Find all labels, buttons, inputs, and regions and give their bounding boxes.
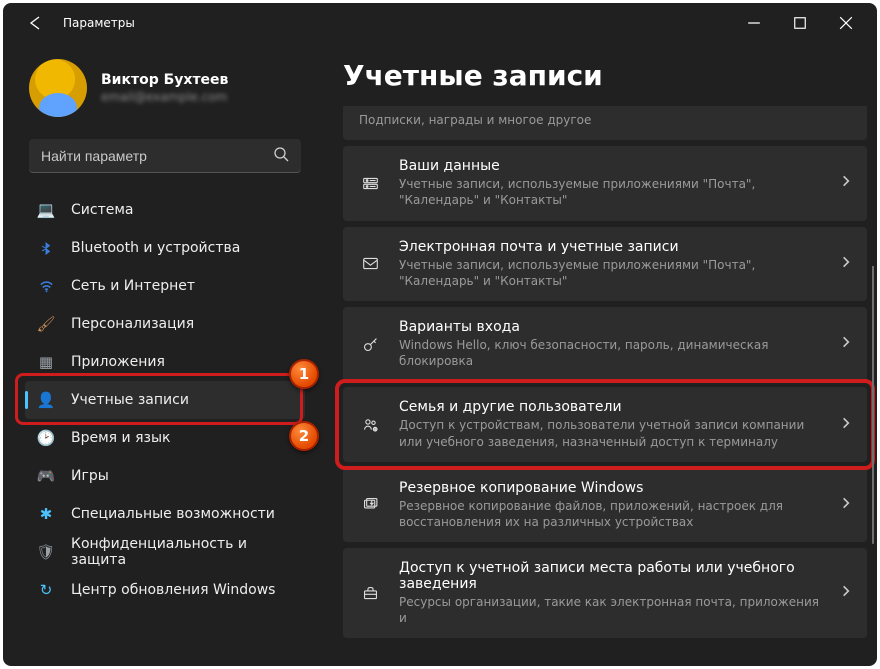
- settings-card-4[interactable]: Семья и другие пользователи Доступ к устр…: [343, 387, 867, 461]
- card-desc: Резервное копирование файлов, приложений…: [399, 498, 821, 530]
- nav-icon: 🛡: [37, 543, 55, 561]
- scrollbar[interactable]: [871, 173, 874, 636]
- app-title: Параметры: [63, 16, 135, 30]
- minimize-button[interactable]: [731, 7, 777, 39]
- settings-card-2[interactable]: Электронная почта и учетные записи Учетны…: [343, 227, 867, 301]
- card-title: Ваши данные: [399, 158, 821, 174]
- chevron-right-icon: [839, 496, 853, 514]
- user-name: Виктор Бухтеев: [101, 72, 228, 88]
- chevron-right-icon: [839, 174, 853, 192]
- nav-label: Время и язык: [71, 430, 170, 446]
- maximize-button[interactable]: [777, 7, 823, 39]
- chevron-right-icon: [839, 584, 853, 602]
- nav-label: Игры: [71, 468, 109, 484]
- card-desc: Подписки, награды и многое другое: [359, 112, 853, 128]
- card-desc: Ресурсы организации, такие как электронн…: [399, 594, 821, 626]
- card-icon: [359, 416, 381, 433]
- card-icon: [359, 336, 381, 353]
- avatar: [29, 59, 87, 117]
- card-desc: Доступ к устройствам, пользователи учетн…: [399, 417, 821, 449]
- sidebar-item-7[interactable]: 🎮 Игры: [25, 457, 305, 495]
- nav-label: Сеть и Интернет: [71, 278, 195, 294]
- nav-label: Центр обновления Windows: [71, 582, 275, 598]
- sidebar-item-0[interactable]: 💻 Система: [25, 191, 305, 229]
- settings-card-0[interactable]: Подписки, награды и многое другое: [343, 106, 867, 140]
- nav-icon: ✱: [37, 505, 55, 523]
- back-button[interactable]: [19, 7, 51, 39]
- nav-icon: 👤: [37, 391, 55, 409]
- nav-icon: 🎮: [37, 467, 55, 485]
- main-panel: Учетные записи Подписки, награды и много…: [313, 43, 877, 666]
- card-icon: [359, 496, 381, 513]
- titlebar: Параметры: [3, 3, 877, 43]
- nav-label: Учетные записи: [71, 392, 189, 408]
- nav-icon: [37, 241, 55, 256]
- user-block[interactable]: Виктор Бухтеев email@example.com: [29, 59, 307, 117]
- sidebar-item-5[interactable]: 👤 Учетные записи: [25, 381, 305, 419]
- settings-card-5[interactable]: Резервное копирование Windows Резервное к…: [343, 468, 867, 542]
- settings-window: Параметры Виктор Бухтеев email@example.c…: [3, 3, 877, 666]
- card-title: Резервное копирование Windows: [399, 480, 821, 496]
- nav-label: Bluetooth и устройства: [71, 240, 240, 256]
- chevron-right-icon: [839, 416, 853, 434]
- nav-label: Конфиденциальность и защита: [71, 536, 293, 568]
- card-icon: [359, 175, 381, 192]
- nav-label: Персонализация: [71, 316, 194, 332]
- card-title: Доступ к учетной записи места работы или…: [399, 560, 821, 592]
- card-desc: Учетные записи, используемые приложениям…: [399, 176, 821, 208]
- nav-icon: 💻: [37, 201, 55, 219]
- card-desc: Windows Hello, ключ безопасности, пароль…: [399, 337, 821, 369]
- sidebar-item-10[interactable]: ↻ Центр обновления Windows: [25, 571, 305, 609]
- nav-label: Система: [71, 202, 133, 218]
- sidebar: Виктор Бухтеев email@example.com 💻 Систем…: [3, 43, 313, 666]
- search-icon: [273, 146, 289, 166]
- card-title: Электронная почта и учетные записи: [399, 239, 821, 255]
- search-input[interactable]: [41, 148, 273, 164]
- close-button[interactable]: [823, 7, 869, 39]
- nav-label: Приложения: [71, 354, 165, 370]
- sidebar-item-3[interactable]: 🖌 Персонализация: [25, 305, 305, 343]
- card-title: Варианты входа: [399, 319, 821, 335]
- chevron-right-icon: [839, 335, 853, 353]
- nav-icon: [37, 279, 55, 294]
- settings-card-3[interactable]: Варианты входа Windows Hello, ключ безопа…: [343, 307, 867, 381]
- nav-label: Специальные возможности: [71, 506, 275, 522]
- nav-icon: ↻: [37, 581, 55, 599]
- nav-icon: 🖌: [37, 315, 55, 333]
- card-title: Семья и другие пользователи: [399, 399, 821, 415]
- annotation-badge-1: 1: [289, 359, 319, 389]
- search-box[interactable]: [29, 139, 301, 173]
- sidebar-item-8[interactable]: ✱ Специальные возможности: [25, 495, 305, 533]
- sidebar-item-4[interactable]: ▦ Приложения: [25, 343, 305, 381]
- card-icon: [359, 585, 381, 602]
- card-icon: [359, 255, 381, 272]
- sidebar-item-6[interactable]: 🕑 Время и язык: [25, 419, 305, 457]
- page-title: Учетные записи: [343, 59, 867, 92]
- sidebar-item-2[interactable]: Сеть и Интернет: [25, 267, 305, 305]
- settings-card-1[interactable]: Ваши данные Учетные записи, используемые …: [343, 146, 867, 220]
- sidebar-item-9[interactable]: 🛡 Конфиденциальность и защита: [25, 533, 305, 571]
- sidebar-item-1[interactable]: Bluetooth и устройства: [25, 229, 305, 267]
- user-email: email@example.com: [101, 90, 228, 104]
- nav-icon: 🕑: [37, 429, 55, 447]
- nav-icon: ▦: [37, 353, 55, 371]
- chevron-right-icon: [839, 255, 853, 273]
- window-controls: [731, 7, 869, 39]
- settings-card-6[interactable]: Доступ к учетной записи места работы или…: [343, 548, 867, 638]
- card-desc: Учетные записи, используемые приложениям…: [399, 257, 821, 289]
